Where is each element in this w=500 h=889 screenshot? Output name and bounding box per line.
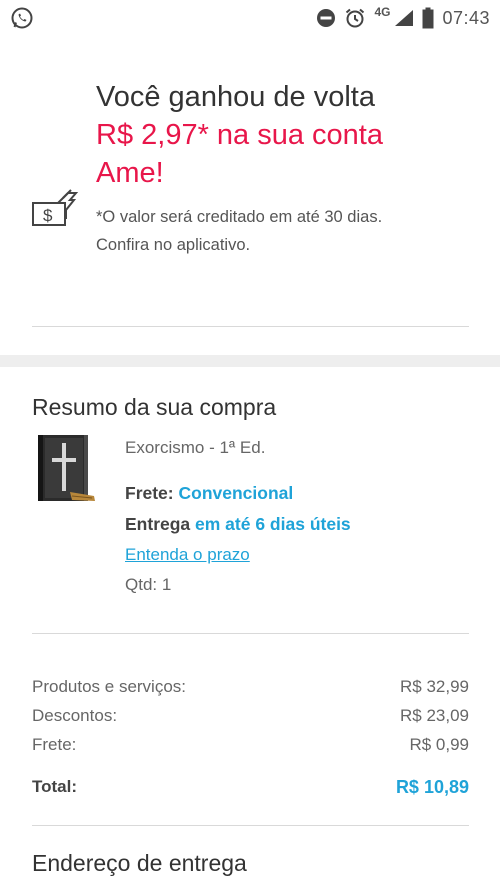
do-not-disturb-icon bbox=[317, 9, 336, 27]
cashback-title: Você ganhou de volta bbox=[96, 81, 375, 113]
products-value: R$ 32,99 bbox=[400, 677, 469, 696]
status-icons: 4G 07:43 bbox=[316, 4, 490, 32]
svg-text:$: $ bbox=[43, 206, 53, 225]
alarm-icon bbox=[346, 8, 365, 28]
discounts-value: R$ 23,09 bbox=[400, 706, 469, 725]
battery-icon bbox=[422, 7, 434, 29]
freight-value: Convencional bbox=[178, 483, 294, 503]
shipping-value: R$ 0,99 bbox=[409, 735, 469, 754]
delivery-label: Entrega bbox=[125, 514, 191, 534]
freight-line: Frete: Convencional bbox=[125, 483, 293, 504]
total-value: R$ 10,89 bbox=[395, 777, 469, 797]
divider bbox=[32, 633, 469, 634]
discounts-label: Descontos: bbox=[32, 706, 118, 725]
cashback-amount: R$ 2,97* na sua conta bbox=[96, 119, 383, 151]
products-label: Produtos e serviços: bbox=[32, 677, 187, 696]
section-separator bbox=[0, 355, 500, 367]
summary-title: Resumo da sua compra bbox=[32, 394, 277, 420]
freight-label: Frete: bbox=[125, 483, 174, 503]
deadline-link[interactable]: Entenda o prazo bbox=[125, 545, 250, 565]
products-row: Produtos e serviços: R$ 32,99 bbox=[32, 677, 469, 697]
total-label: Total: bbox=[32, 777, 78, 796]
shipping-row: Frete: R$ 0,99 bbox=[32, 735, 469, 755]
address-title: Endereço de entrega bbox=[32, 850, 247, 876]
money-hand-icon: $ bbox=[32, 189, 79, 226]
status-bar: 4G 07:43 bbox=[0, 0, 500, 36]
whatsapp-icon bbox=[11, 7, 33, 29]
shipping-label: Frete: bbox=[32, 735, 77, 754]
total-row: Total: R$ 10,89 bbox=[32, 777, 469, 798]
product-image[interactable] bbox=[36, 434, 98, 506]
cashback-note: *O valor será creditado em até 30 dias. … bbox=[96, 203, 476, 259]
delivery-value: em até 6 dias úteis bbox=[195, 514, 351, 534]
discounts-row: Descontos: R$ 23,09 bbox=[32, 706, 469, 726]
signal-icon bbox=[395, 10, 414, 26]
divider bbox=[32, 326, 469, 327]
cashback-account: Ame! bbox=[96, 157, 164, 189]
cashback-note-line2: Confira no aplicativo. bbox=[96, 236, 251, 254]
product-name[interactable]: Exorcismo - 1ª Ed. bbox=[125, 438, 265, 458]
cashback-note-line1: *O valor será creditado em até 30 dias. bbox=[96, 208, 383, 226]
network-type: 4G bbox=[374, 5, 391, 19]
quantity: Qtd: 1 bbox=[125, 575, 172, 594]
delivery-line: Entrega em até 6 dias úteis bbox=[125, 514, 351, 535]
divider bbox=[32, 825, 469, 826]
clock: 07:43 bbox=[442, 7, 490, 28]
cashback-message: Você ganhou de volta R$ 2,97* na sua con… bbox=[96, 78, 476, 192]
